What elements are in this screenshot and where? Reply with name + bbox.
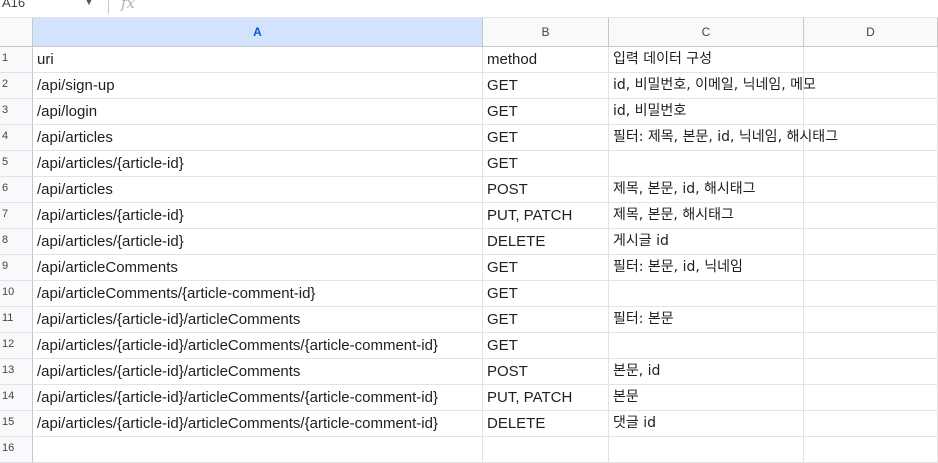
cell-b16[interactable] [483,437,609,463]
cell-d15[interactable] [804,411,938,437]
cell-a4[interactable]: /api/articles [33,125,483,151]
cell-a2[interactable]: /api/sign-up [33,73,483,99]
formula-bar-divider [108,0,109,14]
cell-c13[interactable]: 본문, id [609,359,804,385]
cell-d2[interactable] [804,73,938,99]
cell-c1[interactable]: 입력 데이터 구성 [609,47,804,73]
row-header-12[interactable]: 12 [0,333,33,359]
cell-c9[interactable]: 필터: 본문, id, 닉네임 [609,255,804,281]
cell-c16[interactable] [609,437,804,463]
cell-b2[interactable]: GET [483,73,609,99]
row-header-7[interactable]: 7 [0,203,33,229]
cell-b4[interactable]: GET [483,125,609,151]
cell-b15[interactable]: DELETE [483,411,609,437]
cell-a8[interactable]: /api/articles/{article-id} [33,229,483,255]
cell-d13[interactable] [804,359,938,385]
cell-d4[interactable] [804,125,938,151]
cell-b13[interactable]: POST [483,359,609,385]
cell-c7[interactable]: 제목, 본문, 해시태그 [609,203,804,229]
cell-d16[interactable] [804,437,938,463]
column-header-c[interactable]: C [609,18,804,47]
cell-a11[interactable]: /api/articles/{article-id}/articleCommen… [33,307,483,333]
cell-d14[interactable] [804,385,938,411]
cell-c11[interactable]: 필터: 본문 [609,307,804,333]
cell-a9[interactable]: /api/articleComments [33,255,483,281]
cell-c2[interactable]: id, 비밀번호, 이메일, 닉네임, 메모 [609,73,816,99]
cell-a12[interactable]: /api/articles/{article-id}/articleCommen… [33,333,483,359]
cell-c4[interactable]: 필터: 제목, 본문, id, 닉네임, 해시태그 [609,125,838,151]
column-header-b[interactable]: B [483,18,609,47]
fx-icon: fx [121,0,136,12]
cell-a7[interactable]: /api/articles/{article-id} [33,203,483,229]
cell-b6[interactable]: POST [483,177,609,203]
row-header-14[interactable]: 14 [0,385,33,411]
cell-b1[interactable]: method [483,47,609,73]
cell-d8[interactable] [804,229,938,255]
row-header-3[interactable]: 3 [0,99,33,125]
cell-a16[interactable] [33,437,483,463]
cell-b7[interactable]: PUT, PATCH [483,203,609,229]
cell-d3[interactable] [804,99,938,125]
cell-c12[interactable] [609,333,804,359]
row-header-2[interactable]: 2 [0,73,33,99]
row-header-8[interactable]: 8 [0,229,33,255]
cell-a15[interactable]: /api/articles/{article-id}/articleCommen… [33,411,483,437]
cell-a13[interactable]: /api/articles/{article-id}/articleCommen… [33,359,483,385]
cell-d10[interactable] [804,281,938,307]
cell-d1[interactable] [804,47,938,73]
cell-c3[interactable]: id, 비밀번호 [609,99,804,125]
row-header-11[interactable]: 11 [0,307,33,333]
cell-d11[interactable] [804,307,938,333]
row-header-10[interactable]: 10 [0,281,33,307]
row-header-9[interactable]: 9 [0,255,33,281]
select-all-corner[interactable] [0,18,33,47]
cell-b9[interactable]: GET [483,255,609,281]
column-header-a[interactable]: A [33,18,483,47]
cell-a5[interactable]: /api/articles/{article-id} [33,151,483,177]
row-header-1[interactable]: 1 [0,47,33,73]
cell-c8[interactable]: 게시글 id [609,229,804,255]
cell-b8[interactable]: DELETE [483,229,609,255]
cell-a10[interactable]: /api/articleComments/{article-comment-id… [33,281,483,307]
row-header-4[interactable]: 4 [0,125,33,151]
name-box-value: A16 [2,0,26,10]
row-header-15[interactable]: 15 [0,411,33,437]
cell-a1[interactable]: uri [33,47,483,73]
name-box[interactable]: A16 ▼ [0,0,100,12]
cell-a6[interactable]: /api/articles [33,177,483,203]
cell-a3[interactable]: /api/login [33,99,483,125]
cell-b10[interactable]: GET [483,281,609,307]
cell-b14[interactable]: PUT, PATCH [483,385,609,411]
cell-c5[interactable] [609,151,804,177]
column-header-d[interactable]: D [804,18,938,47]
row-header-6[interactable]: 6 [0,177,33,203]
cell-b11[interactable]: GET [483,307,609,333]
cell-a14[interactable]: /api/articles/{article-id}/articleCommen… [33,385,483,411]
spreadsheet-grid: A B C D 1 uri method 입력 데이터 구성 2/api/sign-up GET i… [0,18,938,463]
cell-b12[interactable]: GET [483,333,609,359]
cell-b3[interactable]: GET [483,99,609,125]
row-header-5[interactable]: 5 [0,151,33,177]
cell-d6[interactable] [804,177,938,203]
cell-d9[interactable] [804,255,938,281]
cell-c15[interactable]: 댓글 id [609,411,804,437]
row-header-13[interactable]: 13 [0,359,33,385]
cell-c10[interactable] [609,281,804,307]
cell-c6[interactable]: 제목, 본문, id, 해시태그 [609,177,804,203]
cell-c14[interactable]: 본문 [609,385,804,411]
cell-d5[interactable] [804,151,938,177]
cell-d12[interactable] [804,333,938,359]
row-header-16[interactable]: 16 [0,437,33,463]
cell-b5[interactable]: GET [483,151,609,177]
cell-d7[interactable] [804,203,938,229]
formula-bar: A16 ▼ fx [0,0,938,18]
chevron-down-icon[interactable]: ▼ [84,0,94,12]
